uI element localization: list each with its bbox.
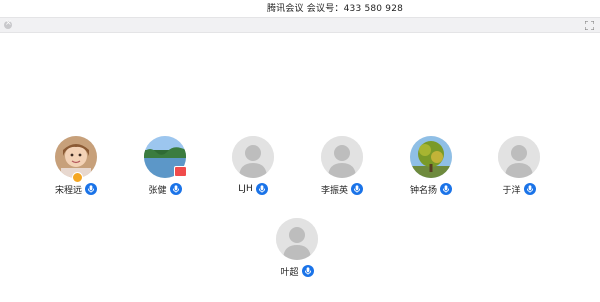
microphone-icon[interactable] [255,183,268,195]
participant-name: 叶超 [280,267,299,278]
participant-name-row: 李振英 [307,182,377,196]
participant-tile[interactable]: 李振英 [307,136,377,198]
avatar [410,136,452,178]
microphone-icon[interactable] [85,183,97,195]
participant-name: 张健 [148,185,167,196]
screen-share-badge [174,166,187,177]
participant-name-row: 钟名扬 [396,182,466,196]
participant-tile[interactable]: 钟名扬 [396,136,466,198]
microphone-icon[interactable] [440,183,452,195]
participant-name-row: 于洋 [484,182,554,196]
participant-tile[interactable]: 叶超 [262,218,332,280]
avatar [232,136,274,178]
avatar [276,218,318,260]
close-icon[interactable] [4,18,12,29]
participant-name: 宋程远 [54,185,82,196]
microphone-icon[interactable] [351,183,363,195]
participant-name: 于洋 [502,185,521,196]
avatar [498,136,540,178]
participant-name-row: LJH [218,182,288,196]
meeting-title: 腾讯会议 会议号：433 580 928 [266,4,404,14]
participant-name: LJH [238,184,253,194]
view-toolbar [0,17,600,33]
participant-name: 李振英 [320,185,348,196]
microphone-icon[interactable] [523,183,536,195]
participant-name-row: 宋程远 [41,182,111,196]
participant-tile[interactable]: 于洋 [484,136,554,198]
participant-name: 钟名扬 [409,185,437,196]
fullscreen-icon[interactable] [585,21,594,30]
microphone-icon[interactable] [301,265,314,277]
window-titlebar: 腾讯会议 会议号：433 580 928 [0,0,600,17]
participant-tile[interactable]: LJH [218,136,288,198]
avatar [321,136,363,178]
participant-name-row: 张健 [130,182,200,196]
participant-name-row: 叶超 [262,264,332,278]
participant-tile[interactable]: 宋程远 [41,136,111,198]
participant-tile[interactable]: 张健 [130,136,200,198]
microphone-icon[interactable] [169,183,182,195]
